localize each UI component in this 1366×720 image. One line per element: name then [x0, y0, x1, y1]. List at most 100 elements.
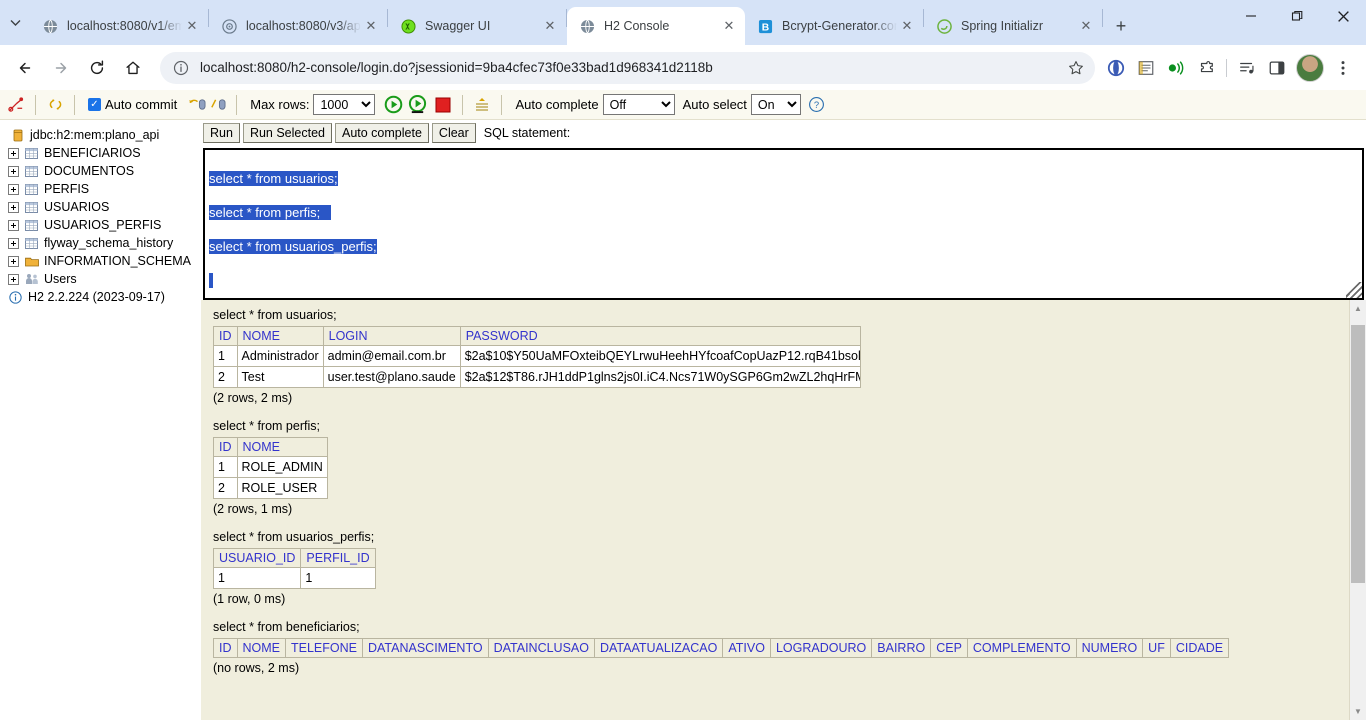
close-icon[interactable]: ✕	[897, 16, 917, 36]
opera-touch-icon[interactable]	[1101, 53, 1131, 83]
close-icon[interactable]: ✕	[361, 16, 381, 36]
address-bar[interactable]: localhost:8080/h2-console/login.do?jsess…	[160, 51, 1095, 84]
scrollbar-track[interactable]	[1350, 317, 1366, 703]
tab-divider	[1102, 8, 1103, 27]
tree-item-usuarios-perfis[interactable]: USUARIOS_PERFIS	[4, 216, 200, 234]
expand-plus-icon[interactable]	[8, 273, 19, 285]
close-window-icon[interactable]	[1320, 0, 1366, 32]
column-header[interactable]: DATAATUALIZACAO	[593, 638, 724, 658]
column-header[interactable]: ID	[213, 326, 238, 346]
column-header[interactable]: COMPLEMENTO	[966, 638, 1077, 658]
close-icon[interactable]: ✕	[1076, 16, 1096, 36]
avatar[interactable]	[1296, 53, 1324, 82]
tree-item-perfis[interactable]: PERFIS	[4, 180, 200, 198]
tree-root-connection[interactable]: jdbc:h2:mem:plano_api	[4, 126, 200, 144]
column-header[interactable]: ATIVO	[722, 638, 771, 658]
column-header[interactable]: NOME	[236, 638, 286, 658]
tree-item-documentos[interactable]: DOCUMENTOS	[4, 162, 200, 180]
column-header[interactable]: CEP	[930, 638, 968, 658]
tree-item-label: INFORMATION_SCHEMA	[44, 254, 191, 268]
run-green-play-icon[interactable]	[383, 95, 403, 115]
auto-select-select[interactable]: On	[750, 94, 801, 115]
column-header[interactable]: LOGRADOURO	[769, 638, 873, 658]
history-icon[interactable]	[472, 95, 492, 115]
side-panel-icon[interactable]	[1262, 53, 1292, 83]
column-header[interactable]: ID	[213, 437, 238, 457]
auto-complete-select[interactable]: Off	[602, 94, 675, 115]
expand-plus-icon[interactable]	[8, 147, 19, 159]
max-rows-label: Max rows:	[250, 97, 310, 112]
refresh-icon[interactable]	[45, 95, 65, 115]
browser-tab[interactable]: localhost:8080/v1/em ✕	[30, 7, 208, 45]
tree-item-information-schema[interactable]: INFORMATION_SCHEMA	[4, 252, 200, 270]
scroll-down-arrow-icon[interactable]: ▼	[1350, 703, 1366, 720]
column-header[interactable]: CIDADE	[1169, 638, 1230, 658]
column-header[interactable]: LOGIN	[322, 326, 461, 346]
browser-tab[interactable]: Spring Initializr ✕	[924, 7, 1102, 45]
info-circle-icon[interactable]	[172, 59, 190, 77]
question-help-icon[interactable]: ?	[807, 95, 827, 115]
reading-list-icon[interactable]	[1131, 53, 1161, 83]
column-header[interactable]: PASSWORD	[459, 326, 861, 346]
auto-commit-checkbox[interactable]: ✓	[88, 98, 101, 111]
column-header[interactable]: BAIRRO	[871, 638, 932, 658]
new-tab-button[interactable]: +	[1107, 12, 1135, 40]
back-button[interactable]	[8, 51, 42, 85]
star-outline-icon[interactable]	[1063, 55, 1089, 81]
max-rows-select[interactable]: 1000	[313, 94, 376, 115]
minimize-icon[interactable]	[1228, 0, 1274, 32]
browser-tab-active[interactable]: H2 Console ✕	[567, 7, 745, 45]
run-selected-green-play-icon[interactable]	[407, 95, 427, 115]
results-scrollbar[interactable]: ▲ ▼	[1349, 300, 1366, 720]
run-selected-button[interactable]: Run Selected	[242, 123, 332, 143]
auto-complete-button[interactable]: Auto complete	[335, 123, 429, 143]
stop-red-square-icon[interactable]	[433, 95, 453, 115]
expand-plus-icon[interactable]	[8, 201, 19, 213]
tree-item-beneficiarios[interactable]: BENEFICIARIOS	[4, 144, 200, 162]
disconnect-icon[interactable]	[6, 95, 26, 115]
column-header[interactable]: TELEFONE	[285, 638, 363, 658]
clear-button[interactable]: Clear	[431, 123, 476, 143]
maximize-restore-icon[interactable]	[1274, 0, 1320, 32]
home-button[interactable]	[116, 51, 150, 85]
browser-tab[interactable]: localhost:8080/v3/api ✕	[209, 7, 387, 45]
column-header[interactable]: USUARIO_ID	[212, 548, 302, 568]
puzzle-extensions-icon[interactable]	[1191, 53, 1221, 83]
expand-plus-icon[interactable]	[8, 165, 19, 177]
green-recorder-icon[interactable]	[1161, 53, 1191, 83]
textarea-resize-handle[interactable]	[1346, 282, 1362, 298]
sql-editor-content[interactable]: select * from usuarios; select * from pe…	[205, 150, 1362, 298]
sql-editor-textarea[interactable]: select * from usuarios; select * from pe…	[203, 148, 1364, 300]
playlist-icon[interactable]	[1232, 53, 1262, 83]
commit-icon[interactable]	[187, 95, 207, 115]
forward-button[interactable]	[44, 51, 78, 85]
tree-item-users[interactable]: Users	[4, 270, 200, 288]
reload-button[interactable]	[80, 51, 114, 85]
expand-plus-icon[interactable]	[8, 255, 19, 267]
expand-plus-icon[interactable]	[8, 237, 19, 249]
column-header[interactable]: NOME	[236, 437, 328, 457]
close-icon[interactable]: ✕	[719, 16, 739, 36]
close-icon[interactable]: ✕	[182, 16, 202, 36]
column-header[interactable]: ID	[213, 638, 238, 658]
column-header[interactable]: DATAINCLUSAO	[487, 638, 595, 658]
browser-tab[interactable]: B Bcrypt-Generator.com ✕	[745, 7, 923, 45]
tree-item-flyway-schema-history[interactable]: flyway_schema_history	[4, 234, 200, 252]
browser-tab[interactable]: Swagger UI ✕	[388, 7, 566, 45]
expand-plus-icon[interactable]	[8, 219, 19, 231]
tab-search-chevron-down-icon[interactable]	[0, 0, 30, 45]
column-header[interactable]: DATANASCIMENTO	[362, 638, 489, 658]
auto-commit-toggle[interactable]: ✓ Auto commit	[88, 97, 177, 112]
close-icon[interactable]: ✕	[540, 16, 560, 36]
column-header[interactable]: PERFIL_ID	[300, 548, 376, 568]
tree-item-usuarios[interactable]: USUARIOS	[4, 198, 200, 216]
expand-plus-icon[interactable]	[8, 183, 19, 195]
column-header[interactable]: UF	[1142, 638, 1171, 658]
scrollbar-thumb[interactable]	[1351, 325, 1365, 583]
scroll-up-arrow-icon[interactable]: ▲	[1350, 300, 1366, 317]
column-header[interactable]: NUMERO	[1075, 638, 1144, 658]
column-header[interactable]: NOME	[236, 326, 324, 346]
three-dots-vertical-icon[interactable]	[1328, 53, 1358, 83]
rollback-icon[interactable]	[207, 95, 227, 115]
run-button[interactable]: Run	[203, 123, 240, 143]
